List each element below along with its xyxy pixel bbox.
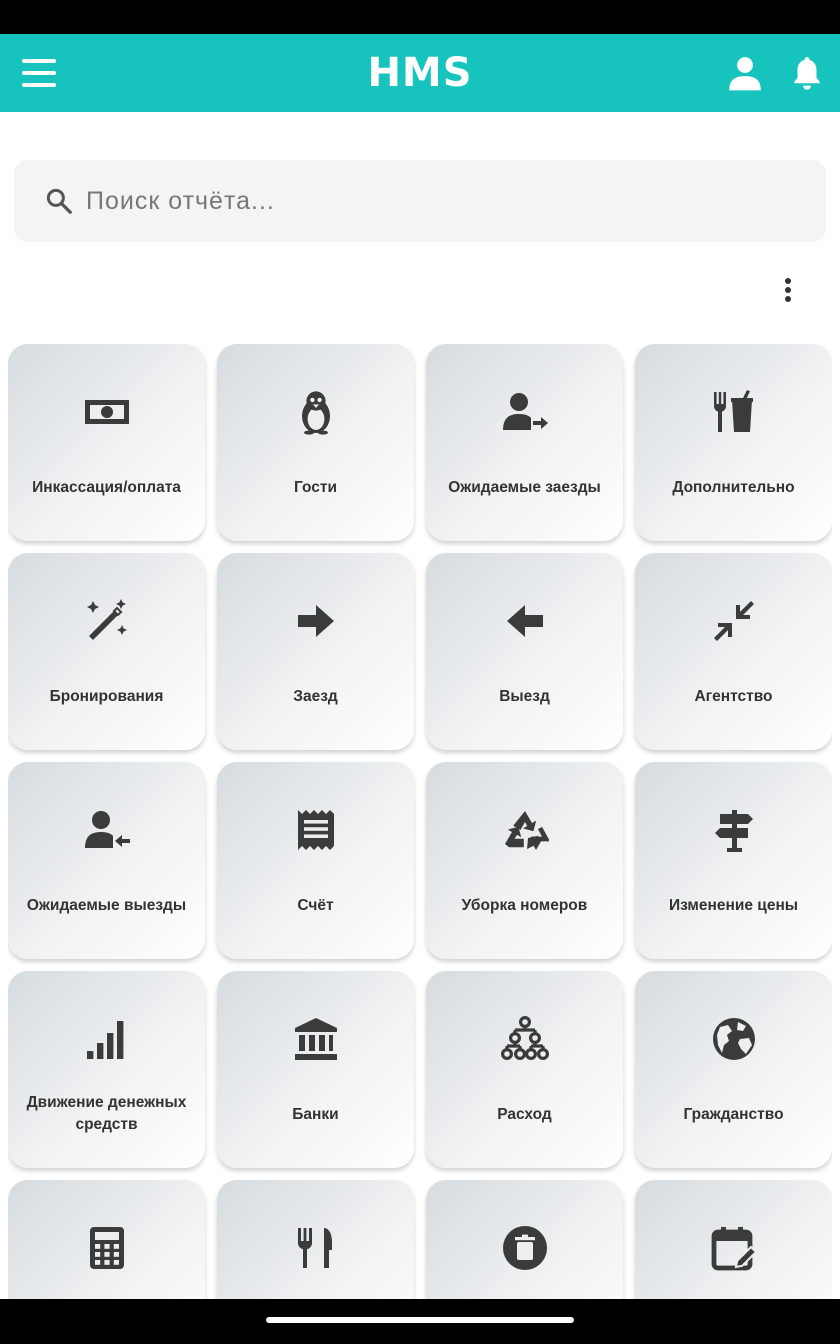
report-tile[interactable]: Банки [217, 971, 414, 1168]
recycle-icon [426, 806, 623, 854]
report-tile-label: Ожидаемые заезды [448, 479, 601, 496]
search-bar [14, 160, 826, 242]
calendar-edit-icon [635, 1224, 832, 1272]
report-tile-label: Счёт [297, 897, 334, 914]
signpost-icon [635, 806, 832, 854]
more-vertical-icon[interactable] [770, 272, 806, 308]
report-tile[interactable]: Счёт [217, 762, 414, 959]
report-tile-label: Выезд [499, 688, 550, 705]
status-bar [0, 0, 840, 34]
report-tile-label: Движение денежных средств [26, 1094, 187, 1133]
restaurant-icon [217, 1224, 414, 1272]
report-tile[interactable] [8, 1180, 205, 1299]
report-tile[interactable]: Расход [426, 971, 623, 1168]
report-tile[interactable]: Изменение цены [635, 762, 832, 959]
search-icon[interactable] [44, 186, 74, 216]
calculator-icon [8, 1224, 205, 1272]
delete-circle-icon [426, 1224, 623, 1272]
penguin-icon [217, 388, 414, 436]
person-icon[interactable] [726, 54, 764, 92]
cash-icon [8, 388, 205, 436]
report-tile-label: Гости [293, 479, 338, 496]
globe-icon [635, 1015, 832, 1063]
report-tile-label: Изменение цены [668, 897, 799, 914]
person-arrow-left-icon [8, 806, 205, 854]
arrow-left-icon [426, 597, 623, 645]
report-tile[interactable]: Дополнительно [635, 344, 832, 541]
signal-bars-icon [8, 1015, 205, 1063]
report-tile[interactable]: Выезд [426, 553, 623, 750]
report-tile-label: Дополнительно [672, 479, 795, 496]
person-arrow-right-icon [426, 388, 623, 436]
report-tile[interactable]: Заезд [217, 553, 414, 750]
hierarchy-icon [426, 1015, 623, 1063]
report-tile-label: Расход [497, 1106, 552, 1123]
app-bar: HMS [0, 34, 840, 112]
reports-grid: Инкассация/оплата Гости Ожидаемые заезды До… [8, 344, 832, 1299]
report-tile[interactable]: Бронирования [8, 553, 205, 750]
report-tile[interactable] [217, 1180, 414, 1299]
fork-knife-cup-icon [635, 388, 832, 436]
report-tile[interactable]: Движение денежных средств [8, 971, 205, 1168]
bank-icon [217, 1015, 414, 1063]
report-tile[interactable]: Ожидаемые выезды [8, 762, 205, 959]
report-tile[interactable]: Инкассация/оплата [8, 344, 205, 541]
search-input[interactable] [86, 160, 806, 242]
navigation-bar [0, 1299, 840, 1344]
magic-wand-icon [8, 597, 205, 645]
report-tile-label: Агентство [694, 688, 773, 705]
app-logo: HMS [367, 50, 473, 96]
hamburger-menu-icon[interactable] [20, 56, 58, 90]
report-tile[interactable]: Уборка номеров [426, 762, 623, 959]
report-tile[interactable] [635, 1180, 832, 1299]
report-tile[interactable]: Ожидаемые заезды [426, 344, 623, 541]
report-tile-label: Банки [292, 1106, 339, 1123]
report-tile-label: Гражданство [683, 1106, 784, 1123]
collapse-arrows-icon [635, 597, 832, 645]
report-tile[interactable]: Гости [217, 344, 414, 541]
receipt-icon [217, 806, 414, 854]
report-tile-label: Бронирования [49, 688, 164, 705]
report-tile-label: Инкассация/оплата [32, 479, 181, 496]
bell-icon[interactable] [788, 54, 826, 92]
arrow-right-icon [217, 597, 414, 645]
report-tile[interactable]: Гражданство [635, 971, 832, 1168]
report-tile[interactable] [426, 1180, 623, 1299]
report-tile-label: Уборка номеров [461, 897, 588, 914]
report-tile[interactable]: Агентство [635, 553, 832, 750]
home-indicator[interactable] [266, 1317, 574, 1323]
report-tile-label: Ожидаемые выезды [26, 897, 187, 914]
report-tile-label: Заезд [293, 688, 338, 705]
